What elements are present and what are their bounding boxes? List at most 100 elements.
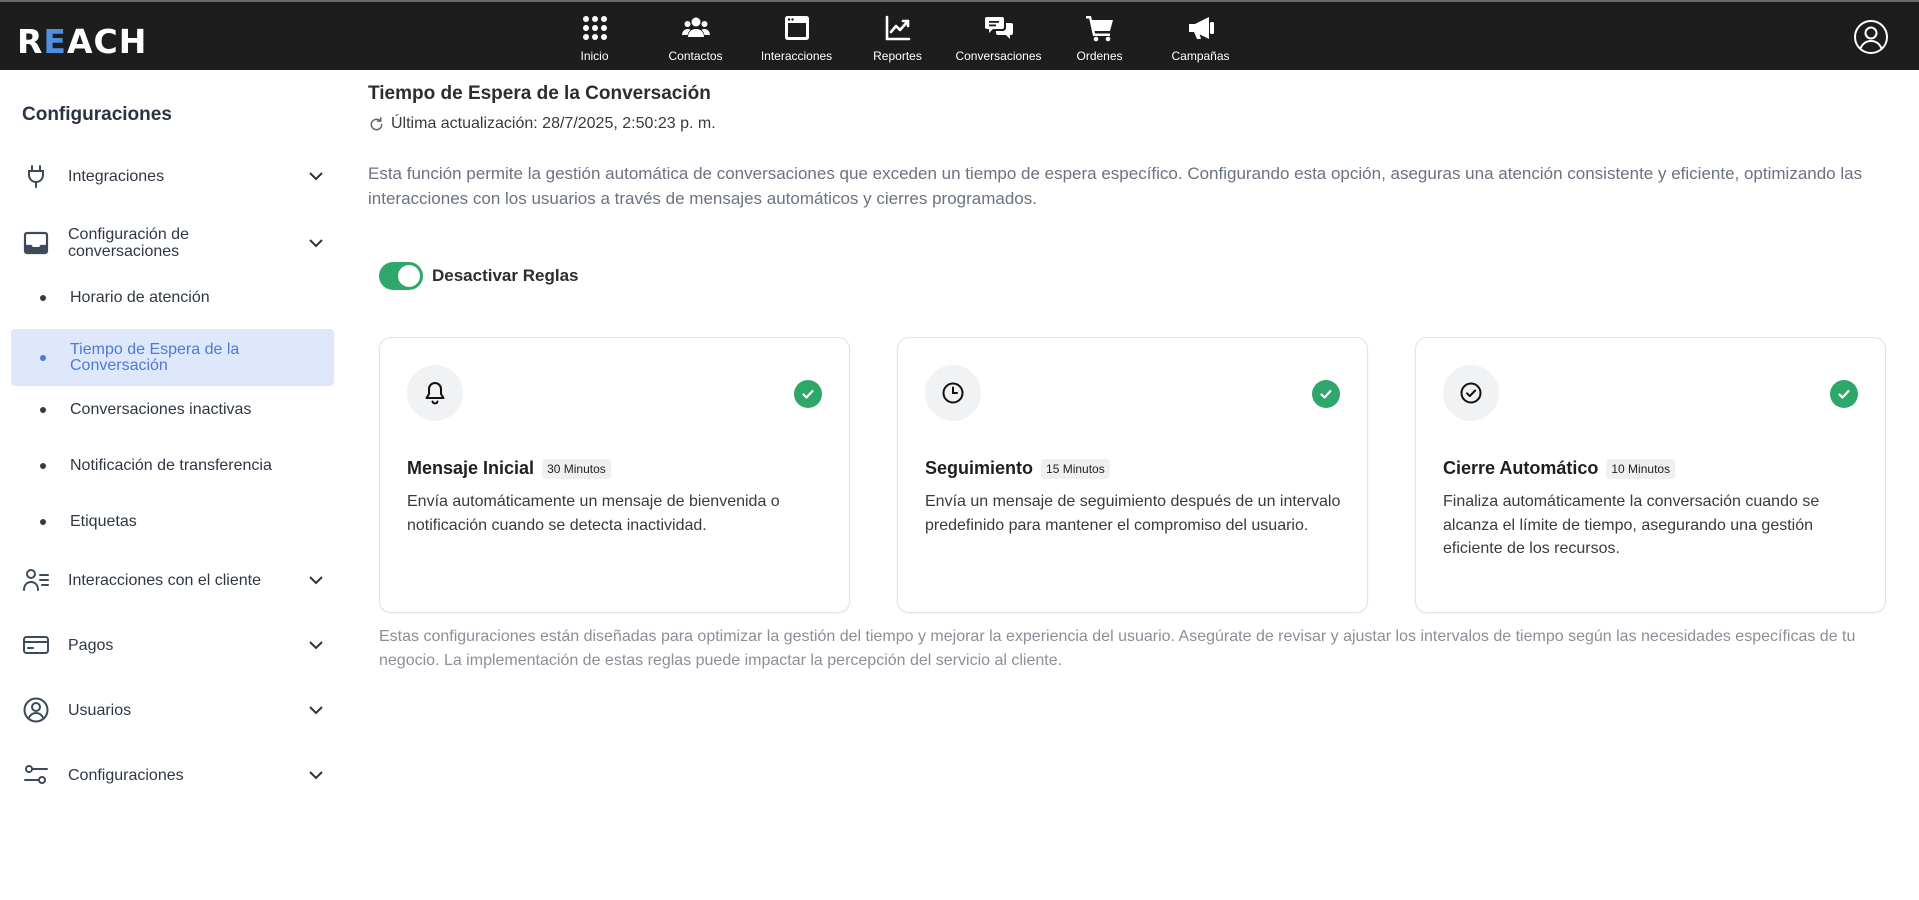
- sidebar-section-integraciones[interactable]: Integraciones: [22, 162, 327, 190]
- sidebar-section-label: Integraciones: [68, 167, 165, 185]
- duration-badge: 15 Minutos: [1041, 458, 1110, 479]
- sidebar-section-usuarios[interactable]: Usuarios: [22, 696, 327, 724]
- sidebar-title: Configuraciones: [22, 104, 172, 125]
- card-title: Seguimiento: [925, 458, 1034, 478]
- nav-reportes[interactable]: Reportes: [847, 2, 948, 70]
- chevron-down-icon: [309, 576, 323, 585]
- card-title: Cierre Automático: [1443, 458, 1599, 478]
- sidebar-item-etiquetas[interactable]: Etiquetas: [11, 512, 334, 532]
- nav-label: Ordenes: [1076, 49, 1123, 63]
- card-header: Seguimiento 15 Minutos: [925, 458, 1110, 479]
- nav-label: Interacciones: [760, 49, 833, 63]
- card-icon-wrap: [407, 365, 463, 421]
- logo-text: REACH: [17, 22, 148, 61]
- card-icon-wrap: [925, 365, 981, 421]
- grid-dots-icon: [582, 16, 607, 40]
- feature-description: Esta función permite la gestión automáti…: [368, 164, 1863, 208]
- card-header: Cierre Automático 10 Minutos: [1443, 458, 1676, 479]
- main-nav: Inicio Contactos Interacciones Reportes: [544, 2, 1251, 70]
- users-icon: [681, 17, 710, 37]
- card-header: Mensaje Inicial 30 Minutos: [407, 458, 611, 479]
- nav-label: Inicio: [580, 49, 609, 63]
- card-description: Finaliza automáticamente la conversación…: [1443, 493, 1820, 557]
- nav-ordenes[interactable]: Ordenes: [1049, 2, 1150, 70]
- check-icon: [1838, 389, 1850, 399]
- rule-card-seguimiento[interactable]: Seguimiento 15 Minutos Envía un mensaje …: [897, 337, 1368, 613]
- shopping-cart-icon: [1085, 16, 1113, 42]
- sidebar-item-tiempo-espera[interactable]: Tiempo de Espera de la Conversación: [11, 329, 334, 386]
- sliders-icon: [24, 765, 48, 784]
- duration-badge: 10 Minutos: [1606, 458, 1676, 479]
- browser-window-icon: [784, 16, 809, 40]
- bullet: [40, 463, 46, 469]
- user-profile-button[interactable]: [1853, 19, 1889, 55]
- disable-rules-toggle-row[interactable]: Desactivar Reglas: [379, 262, 578, 290]
- sidebar-item-inactivas[interactable]: Conversaciones inactivas: [11, 400, 334, 420]
- chevron-down-icon: [309, 172, 323, 181]
- credit-card-icon: [23, 636, 49, 654]
- rule-card-mensaje-inicial[interactable]: Mensaje Inicial 30 Minutos Envía automát…: [379, 337, 850, 613]
- bell-icon: [425, 382, 445, 405]
- nav-interacciones[interactable]: Interacciones: [746, 2, 847, 70]
- user-circle-icon: [1854, 20, 1888, 54]
- status-check-badge: [1830, 380, 1858, 408]
- user-circle-icon: [23, 697, 49, 723]
- page-title: Tiempo de Espera de la Conversación: [368, 83, 711, 104]
- card-icon-wrap: [1443, 365, 1499, 421]
- card-description: Envía automáticamente un mensaje de bien…: [407, 493, 780, 534]
- nav-conversaciones[interactable]: Conversaciones: [948, 2, 1049, 70]
- refresh-icon[interactable]: [368, 116, 385, 133]
- megaphone-icon: [1188, 17, 1214, 39]
- check-icon: [1320, 389, 1332, 399]
- toggle-knob: [398, 265, 420, 287]
- sidebar-section-label: Pagos: [68, 636, 114, 654]
- sidebar-section-config-conversaciones[interactable]: Configuración de conversaciones: [22, 226, 327, 260]
- rule-card-cierre-automatico[interactable]: Cierre Automático 10 Minutos Finaliza au…: [1415, 337, 1886, 613]
- status-check-badge: [794, 380, 822, 408]
- reach-logo[interactable]: REACH: [17, 22, 147, 61]
- sidebar-section-label: Interacciones con el cliente: [68, 571, 261, 589]
- inbox-icon: [23, 231, 49, 255]
- status-check-badge: [1312, 380, 1340, 408]
- nav-label: Campañas: [1171, 49, 1230, 63]
- nav-label: Contactos: [668, 49, 723, 63]
- chevron-down-icon: [309, 771, 323, 780]
- chat-bubbles-icon: [984, 17, 1013, 39]
- sidebar-section-pagos[interactable]: Pagos: [22, 631, 327, 659]
- check-circle-icon: [1460, 382, 1482, 404]
- sidebar-section-configuraciones[interactable]: Configuraciones: [22, 761, 327, 789]
- card-title: Mensaje Inicial: [407, 458, 535, 478]
- sidebar-item-label: Tiempo de Espera de la Conversación: [70, 340, 240, 374]
- card-description: Envía un mensaje de seguimiento después …: [925, 493, 1341, 534]
- sidebar-item-horario[interactable]: Horario de atención: [11, 288, 334, 308]
- nav-label: Conversaciones: [955, 49, 1042, 63]
- plug-icon: [28, 165, 44, 188]
- toggle-label: Desactivar Reglas: [432, 266, 579, 285]
- nav-contactos[interactable]: Contactos: [645, 2, 746, 70]
- rule-cards: Mensaje Inicial 30 Minutos Envía automát…: [379, 337, 1886, 613]
- clock-icon: [942, 382, 964, 404]
- nav-label: Reportes: [873, 49, 922, 63]
- chart-line-icon: [885, 15, 910, 41]
- sidebar-section-label: Usuarios: [68, 701, 132, 719]
- sidebar-item-label: Horario de atención: [70, 289, 210, 306]
- bullet: [40, 407, 46, 413]
- sidebar-section-interacciones-cliente[interactable]: Interacciones con el cliente: [22, 566, 327, 594]
- chevron-down-icon: [309, 706, 323, 715]
- nav-inicio[interactable]: Inicio: [544, 2, 645, 70]
- nav-campanas[interactable]: Campañas: [1150, 2, 1251, 70]
- last-updated-text: Última actualización: 28/7/2025, 2:50:23…: [391, 115, 716, 132]
- check-icon: [802, 389, 814, 399]
- bullet: [40, 295, 46, 301]
- bullet: [40, 519, 46, 525]
- sidebar-item-transferencia[interactable]: Notificación de transferencia: [11, 456, 334, 476]
- sidebar-item-label: Notificación de transferencia: [70, 457, 272, 474]
- user-list-icon: [23, 569, 49, 591]
- sidebar-section-label: Configuración de conversaciones: [68, 226, 189, 260]
- sidebar-section-label: Configuraciones: [68, 766, 184, 784]
- duration-badge: 30 Minutos: [542, 458, 611, 479]
- sidebar-item-label: Conversaciones inactivas: [70, 401, 252, 418]
- chevron-down-icon: [309, 641, 323, 650]
- disable-rules-toggle[interactable]: [379, 262, 423, 290]
- footer-note: Estas configuraciones están diseñadas pa…: [379, 628, 1856, 669]
